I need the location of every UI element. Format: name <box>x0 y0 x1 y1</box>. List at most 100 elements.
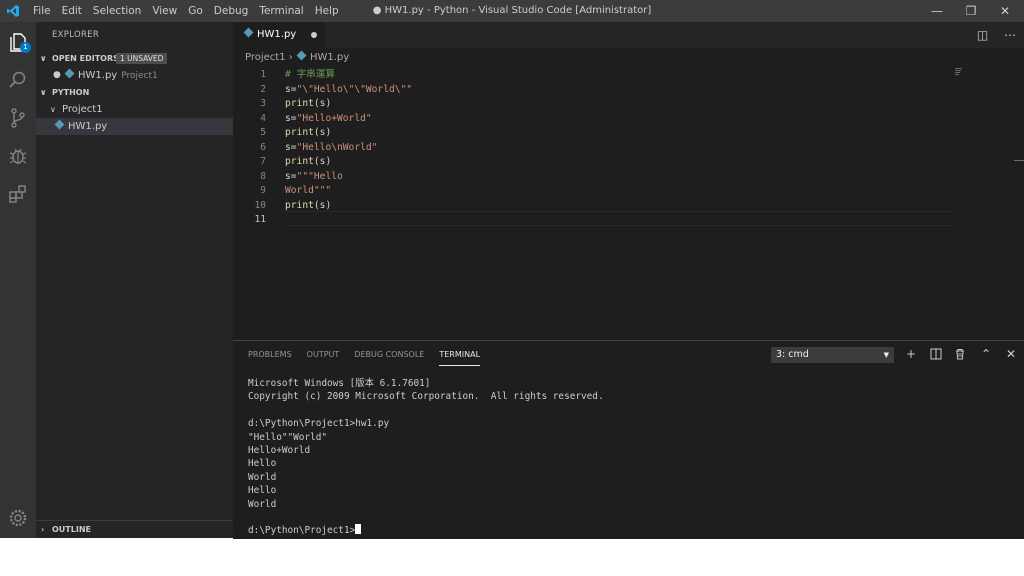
close-window-button[interactable]: ✕ <box>988 0 1022 22</box>
terminal-select-value: 3: cmd <box>776 349 809 360</box>
python-workspace-section-header[interactable]: ∨ PYTHON <box>36 84 233 101</box>
tab-terminal[interactable]: TERMINAL <box>439 345 481 366</box>
breadcrumb-folder[interactable]: Project1 <box>245 52 286 63</box>
menu-terminal[interactable]: Terminal <box>259 0 303 22</box>
close-icon: ✕ <box>1005 347 1017 361</box>
chevron-right-icon: › <box>288 52 296 63</box>
sidebar-title: EXPLORER <box>52 30 100 40</box>
gear-icon <box>9 509 27 527</box>
code-editor[interactable]: 1 2 3 4 5 6 7 8 9 10 11 # 字串運算 s="\"Hello\"\"World\"… <box>233 66 1024 340</box>
maximize-panel-button[interactable]: ⌃ <box>978 346 994 362</box>
menu-edit[interactable]: Edit <box>62 0 82 22</box>
terminal-line: Hello <box>248 485 277 497</box>
debug-activity-button[interactable] <box>6 144 30 168</box>
code-token: "Hello+World" <box>296 112 372 124</box>
file-item-hw1[interactable]: HW1.py <box>36 118 233 135</box>
maximize-button[interactable]: ❐ <box>954 0 988 22</box>
title-bar: File Edit Selection View Go Debug Terminal Help… <box>0 0 1024 22</box>
chevron-right-icon: › <box>41 525 45 534</box>
code-line: print(s) <box>285 97 331 112</box>
code-line: World""" <box>285 184 331 199</box>
menu-selection[interactable]: Selection <box>93 0 141 22</box>
code-token: s= <box>285 83 297 95</box>
code-token: (s) <box>313 156 332 167</box>
minimize-button[interactable]: — <box>920 0 954 22</box>
open-editors-section-header[interactable]: ∨ OPEN EDITORS 1 UNSAVED <box>36 50 233 67</box>
code-line: s="Hello+World" <box>285 112 372 127</box>
line-number: 11 <box>254 214 266 225</box>
tab-label: HW1.py <box>257 29 297 40</box>
python-file-icon <box>243 27 254 38</box>
new-terminal-button[interactable]: + <box>903 346 919 362</box>
python-file-icon <box>64 68 75 79</box>
code-token: (s) <box>313 127 332 138</box>
python-file-icon <box>54 119 65 130</box>
line-number: 8 <box>260 170 266 182</box>
chevron-down-icon: ∨ <box>50 105 56 114</box>
more-actions-icon[interactable]: ⋯ <box>1004 28 1016 42</box>
open-editors-label: OPEN EDITORS <box>52 54 119 63</box>
code-line: s="""Hello <box>285 170 343 185</box>
code-token: print <box>285 156 314 167</box>
tab-hw1[interactable]: HW1.py <box>233 22 325 48</box>
unsaved-dot-icon[interactable] <box>311 32 317 38</box>
chevron-down-icon: ∨ <box>40 54 47 63</box>
chevron-up-icon: ⌃ <box>980 347 992 361</box>
terminal-line: World <box>248 498 277 510</box>
terminal-line: Copyright (c) 2009 Microsoft Corporation… <box>248 391 604 403</box>
split-editor-icon[interactable]: ◫ <box>977 28 988 42</box>
debug-icon <box>9 148 27 164</box>
split-terminal-button[interactable] <box>928 346 944 362</box>
trash-icon <box>956 349 964 360</box>
minimap[interactable] <box>955 68 963 75</box>
line-number: 10 <box>254 199 266 211</box>
bottom-panel: PROBLEMS OUTPUT DEBUG CONSOLE TERMINAL 3: c… <box>233 340 1024 539</box>
tab-problems[interactable]: PROBLEMS <box>248 341 292 369</box>
extensions-icon <box>9 185 26 203</box>
line-number: 3 <box>260 98 266 109</box>
code-token: print <box>285 127 314 138</box>
tab-debug-console[interactable]: DEBUG CONSOLE <box>354 341 424 369</box>
source-control-activity-button[interactable] <box>6 106 30 130</box>
menu-debug[interactable]: Debug <box>214 0 249 22</box>
line-number: 7 <box>260 156 266 167</box>
tab-output[interactable]: OUTPUT <box>307 341 340 369</box>
panel-tabs: PROBLEMS OUTPUT DEBUG CONSOLE TERMINAL <box>248 341 495 369</box>
explorer-activity-button[interactable]: 1 <box>6 30 31 54</box>
python-file-icon <box>296 50 307 61</box>
manage-settings-button[interactable] <box>6 506 30 530</box>
terminal-prompt: d:\Python\Project1> <box>248 525 356 537</box>
menu-file[interactable]: File <box>33 0 51 22</box>
split-icon <box>930 348 942 360</box>
breadcrumb-file[interactable]: HW1.py <box>310 52 349 63</box>
folder-item-project1[interactable]: ∨ Project1 <box>36 101 233 118</box>
terminal-output[interactable]: Microsoft Windows [版本 6.1.7601] Copyright… <box>248 377 604 538</box>
explorer-sidebar: EXPLORER ∨ OPEN EDITORS 1 UNSAVED ● HW1.… <box>36 22 233 538</box>
search-icon <box>9 71 26 88</box>
terminal-line: Hello+World <box>248 444 311 456</box>
outline-section-header[interactable]: › OUTLINE <box>36 520 233 538</box>
code-token: (s) <box>313 199 332 211</box>
code-token: """Hello <box>296 170 343 182</box>
menu-go[interactable]: Go <box>188 0 203 22</box>
kill-terminal-button[interactable] <box>952 346 968 362</box>
open-editor-item[interactable]: ● HW1.py Project1 <box>36 67 233 84</box>
code-token: (s) <box>313 98 332 109</box>
current-line-highlight <box>285 211 953 226</box>
code-line: s="Hello\nWorld" <box>285 141 377 156</box>
code-token: "\"Hello\"\"World\"" <box>296 83 413 95</box>
terminal-line: Microsoft Windows [版本 6.1.7601] <box>248 378 431 389</box>
line-number: 2 <box>260 83 266 95</box>
close-panel-button[interactable]: ✕ <box>1003 346 1019 362</box>
terminal-select[interactable]: 3: cmd ▼ <box>771 347 894 363</box>
line-number: 9 <box>260 185 266 196</box>
extensions-activity-button[interactable] <box>6 182 30 206</box>
terminal-line: "Hello""World" <box>248 431 328 443</box>
menu-help[interactable]: Help <box>315 0 339 22</box>
code-token: s= <box>285 112 297 124</box>
search-activity-button[interactable] <box>6 68 30 92</box>
menu-view[interactable]: View <box>152 0 177 22</box>
code-token: print <box>285 199 314 211</box>
file-label: HW1.py <box>68 121 108 132</box>
